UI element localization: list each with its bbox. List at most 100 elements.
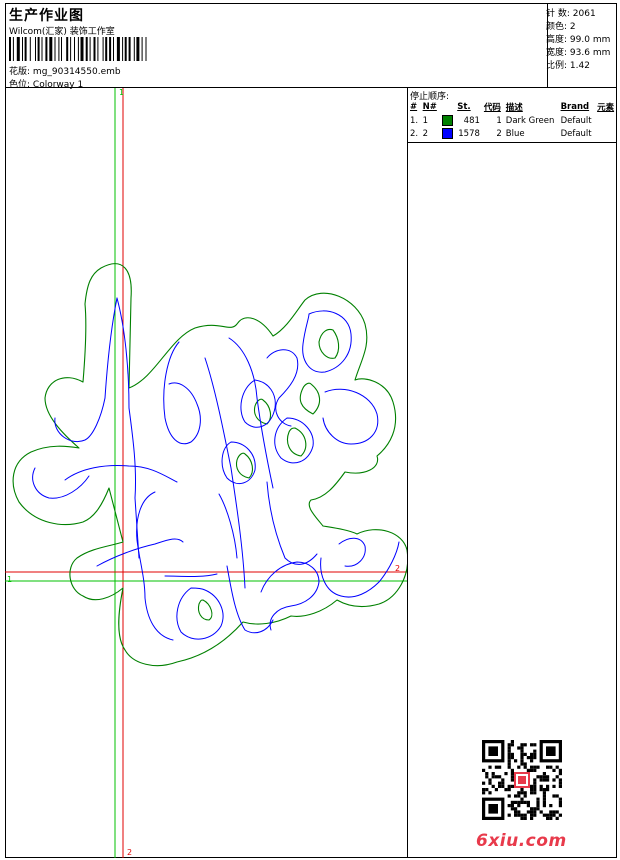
row-stitches: 1578 <box>458 128 480 139</box>
qr-module <box>533 791 537 795</box>
qr-module <box>510 768 514 772</box>
qr-module <box>526 810 530 814</box>
company-name: Wilcom(汇家) 装饰工作室 <box>9 27 115 37</box>
qr-module <box>533 752 537 756</box>
barcode-image <box>9 37 147 61</box>
site-logo: 6xiu.com <box>476 831 567 851</box>
qr-module <box>517 794 521 798</box>
stat-scale: 比例: 1.42 <box>546 61 590 71</box>
barcode-bar <box>141 37 143 61</box>
qr-module <box>526 800 530 804</box>
qr-module <box>555 765 559 769</box>
row-number: 1 <box>422 115 429 126</box>
qr-module <box>520 749 524 753</box>
barcode-bar <box>97 37 99 61</box>
qr-module <box>549 810 553 814</box>
qr-module <box>520 791 524 795</box>
qr-module <box>552 784 556 788</box>
qr-module <box>536 775 540 779</box>
qr-module <box>510 756 514 760</box>
barcode-bar <box>80 37 84 61</box>
qr-module <box>533 768 537 772</box>
qr-module <box>517 804 521 808</box>
qr-module <box>520 752 524 756</box>
row-index: 2. <box>410 128 419 139</box>
qr-finder <box>488 746 498 756</box>
qr-module <box>498 781 502 785</box>
qr-module <box>507 813 511 817</box>
qr-module <box>558 800 562 804</box>
qr-code-image <box>482 740 562 820</box>
col-stitches: St. <box>457 102 471 112</box>
qr-module <box>530 791 534 795</box>
color-swatch <box>441 115 453 126</box>
qr-module <box>539 784 543 788</box>
qr-module <box>498 784 502 788</box>
barcode-bar <box>41 37 43 61</box>
barcode-bar <box>122 37 124 61</box>
qr-module <box>510 740 514 744</box>
barcode-bar <box>70 37 72 61</box>
qr-module <box>491 775 495 779</box>
qr-module <box>520 788 524 792</box>
qr-module <box>504 772 508 776</box>
qr-module <box>539 778 543 782</box>
barcode-bar <box>35 37 36 61</box>
qr-module <box>523 816 527 820</box>
qr-module <box>507 762 511 766</box>
qr-module <box>517 791 521 795</box>
barcode-bar <box>49 37 53 61</box>
qr-module <box>488 791 492 795</box>
barcode-bar <box>37 37 40 61</box>
qr-module <box>542 797 546 801</box>
qr-module <box>530 759 534 763</box>
qr-module <box>536 800 540 804</box>
axis-label-h-left: 1 <box>7 575 13 584</box>
stop-sequence-table: # N# St. 代码 描述 Brand 元素 1. 1 481 1 Dark … <box>408 100 617 140</box>
qr-module <box>533 784 537 788</box>
qr-module <box>507 743 511 747</box>
barcode-bar <box>12 37 14 61</box>
qr-module <box>530 752 534 756</box>
qr-module <box>542 794 546 798</box>
stamp-logo-icon <box>518 776 526 784</box>
table-row: 2. 2 1578 2 Blue Default <box>408 127 617 140</box>
col-code: 代码 <box>483 103 501 113</box>
qr-module <box>533 743 537 747</box>
row-code: 1 <box>496 115 502 126</box>
barcode-bar <box>124 37 127 61</box>
qr-module <box>533 781 537 785</box>
qr-module <box>555 816 559 820</box>
barcode-bar <box>66 37 69 61</box>
qr-module <box>520 813 524 817</box>
qr-module <box>507 752 511 756</box>
qr-module <box>523 794 527 798</box>
qr-module <box>507 804 511 808</box>
barcode-bar <box>24 37 27 61</box>
qr-module <box>510 775 514 779</box>
design-file: mg_90314550.emb <box>32 67 121 77</box>
qr-module <box>539 810 543 814</box>
qr-module <box>533 788 537 792</box>
row-index: 1. <box>410 115 419 126</box>
row-code: 2 <box>496 128 502 139</box>
color-swatch <box>441 128 453 139</box>
row-brand: Default <box>560 115 592 126</box>
qr-module <box>546 816 550 820</box>
qr-module <box>510 772 514 776</box>
qr-module <box>533 749 537 753</box>
barcode-bar <box>105 37 108 61</box>
qr-module <box>507 749 511 753</box>
qr-module <box>507 788 511 792</box>
qr-module <box>558 778 562 782</box>
qr-module <box>494 788 498 792</box>
qr-module <box>530 816 534 820</box>
axis-label-v-top: 1 <box>119 88 125 97</box>
qr-module <box>520 816 524 820</box>
qr-module <box>536 797 540 801</box>
qr-module <box>510 807 514 811</box>
qr-finder <box>546 746 556 756</box>
qr-module <box>523 752 527 756</box>
barcode-bar <box>77 37 79 61</box>
qr-module <box>523 813 527 817</box>
